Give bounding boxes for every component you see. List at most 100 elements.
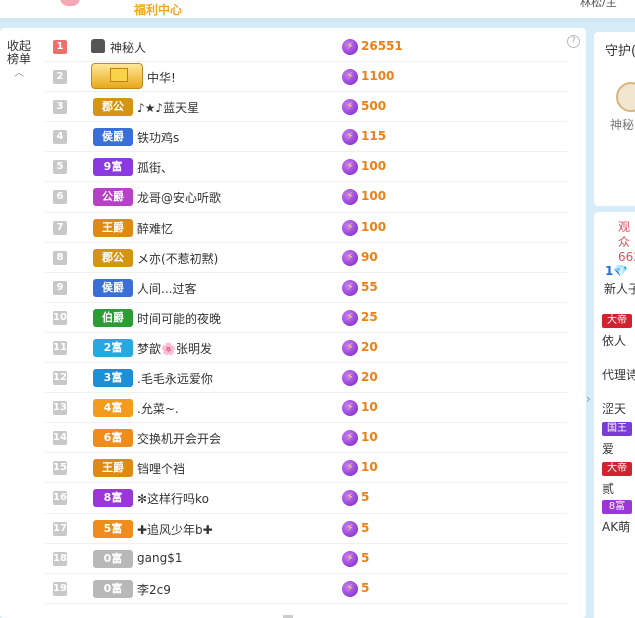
- user-name[interactable]: 铛哩个裆: [137, 460, 185, 477]
- rank-number: 12: [53, 371, 67, 386]
- rank-number: 5: [53, 160, 67, 175]
- rank-level-badge: 王爵: [93, 459, 133, 478]
- ranking-row[interactable]: 5 9富 孤街、 ⚡ 100: [45, 152, 567, 183]
- rank-level-badge: 3富: [93, 369, 133, 388]
- rank-number: 7: [53, 220, 67, 235]
- guard-avatar[interactable]: [616, 82, 635, 112]
- ranking-row[interactable]: 14 6富 交换机开会开会 ⚡ 10: [45, 423, 567, 454]
- rank-number: 2: [53, 70, 67, 85]
- lightning-icon: ⚡: [342, 279, 358, 296]
- audience-badge: 国王: [602, 422, 632, 436]
- user-name[interactable]: 时间可能的夜晚: [137, 310, 221, 327]
- rank-number: 10: [53, 310, 67, 325]
- user-name[interactable]: .允菜~.: [137, 400, 179, 417]
- contribution-score: 90: [361, 249, 378, 264]
- top-bar: 福利中心 林松/主: [0, 0, 635, 22]
- chevron-right-icon[interactable]: ›: [586, 392, 591, 406]
- ranking-row[interactable]: 8 郡公 メ亦(不惹初黙) ⚡ 90: [45, 243, 567, 273]
- ranking-row[interactable]: 2 中华! ⚡ 1100: [45, 62, 567, 93]
- ranking-row[interactable]: 12 3富 .毛毛永远爱你 ⚡ 20: [45, 363, 567, 394]
- contribution-score: 10: [361, 400, 378, 415]
- rank-number: 15: [53, 461, 67, 476]
- ranking-row[interactable]: 4 侯爵 铁功鸡s ⚡ 115: [45, 122, 567, 153]
- user-name[interactable]: 人间...过客: [137, 280, 196, 297]
- rank-level-badge: 王爵: [93, 218, 133, 237]
- contribution-score: 5: [361, 550, 370, 565]
- rank-number: 6: [53, 190, 67, 205]
- ranking-row[interactable]: 7 王爵 醉难忆 ⚡ 100: [45, 213, 567, 243]
- user-name[interactable]: 梦歆🌸张明发: [137, 340, 212, 357]
- audience-label: 观众: [618, 220, 631, 249]
- user-name[interactable]: 铁功鸡s: [137, 129, 179, 146]
- user-name[interactable]: gang$1: [137, 551, 182, 565]
- vip-indicator: 1💎: [605, 264, 629, 278]
- ranking-row[interactable]: 1 神秘人 ⚡ 26551: [45, 32, 567, 63]
- lightning-icon: ⚡: [342, 400, 358, 417]
- welfare-icon[interactable]: [60, 0, 80, 6]
- ranking-row[interactable]: 13 4富 .允菜~. ⚡ 10: [45, 393, 567, 424]
- user-name[interactable]: 龙哥@安心听歌: [137, 189, 221, 206]
- audience-name: 代理诗: [602, 368, 635, 382]
- rank-level-badge: 郡公: [93, 248, 133, 267]
- rank-level-badge: 4富: [93, 399, 133, 418]
- newcomer-name[interactable]: 新人子: [604, 280, 635, 297]
- rank-level-badge: 0富: [93, 549, 133, 568]
- user-name[interactable]: .毛毛永远爱你: [137, 370, 213, 387]
- lightning-icon: ⚡: [342, 550, 358, 567]
- audience-name: AK萌: [602, 520, 631, 534]
- contribution-score: 5: [361, 520, 370, 535]
- welfare-center-link[interactable]: 福利中心: [134, 1, 182, 18]
- rank-level-badge: 侯爵: [93, 278, 133, 297]
- lightning-icon: ⚡: [342, 460, 358, 477]
- lightning-icon: ⚡: [342, 580, 358, 597]
- top-right-text: 林松/主: [580, 0, 617, 9]
- user-name[interactable]: 李2c9: [137, 581, 171, 598]
- audience-count: 662: [618, 250, 635, 264]
- user-name[interactable]: 交换机开会开会: [137, 430, 221, 447]
- audience-header[interactable]: 观众 662: [618, 220, 635, 265]
- lightning-icon: ⚡: [342, 159, 358, 176]
- user-name[interactable]: ✚追风少年b✚: [137, 521, 213, 538]
- contribution-score: 5: [361, 580, 370, 595]
- ranking-row[interactable]: 16 8富 ✻这样行吗ko ⚡ 5: [45, 483, 567, 514]
- ranking-row[interactable]: 15 王爵 铛哩个裆 ⚡ 10: [45, 453, 567, 484]
- ranking-row[interactable]: 18 0富 gang$1 ⚡ 5: [45, 544, 567, 574]
- lightning-icon: ⚡: [342, 69, 358, 86]
- user-name[interactable]: ✻这样行吗ko: [137, 490, 209, 507]
- contribution-score: 100: [361, 159, 387, 174]
- audience-badge: 大帝: [602, 314, 632, 328]
- collapse-ranking-button[interactable]: 收起 榜单 ︿: [4, 40, 34, 80]
- contribution-score: 1100: [361, 69, 395, 84]
- user-name[interactable]: 中华!: [147, 69, 176, 86]
- rank-number: 14: [53, 431, 67, 446]
- lightning-icon: ⚡: [342, 189, 358, 206]
- lightning-icon: ⚡: [342, 520, 358, 537]
- contribution-score: 25: [361, 309, 378, 324]
- user-name[interactable]: 孤街、: [137, 159, 173, 176]
- user-name[interactable]: 醉难忆: [137, 220, 173, 237]
- ranking-row[interactable]: 10 伯爵 时间可能的夜晚 ⚡ 25: [45, 303, 567, 333]
- ranking-row[interactable]: 9 侯爵 人间...过客 ⚡ 55: [45, 273, 567, 303]
- rank-level-badge: 伯爵: [93, 308, 133, 327]
- chevron-up-icon: ︿: [14, 68, 24, 79]
- contribution-score: 100: [361, 219, 387, 234]
- lightning-icon: ⚡: [342, 249, 358, 266]
- rank-level-badge: 6富: [93, 429, 133, 448]
- mystery-user-icon: [91, 39, 105, 53]
- audience-badge: 大帝: [602, 462, 632, 476]
- audience-panel: › 观众 662 1💎 新人子 大帝依人代理诗涩天国王爱大帝贰8富AK萌: [586, 212, 635, 618]
- user-name[interactable]: ♪★♪蓝天星: [137, 99, 199, 116]
- ranking-row[interactable]: 3 郡公 ♪★♪蓝天星 ⚡ 500: [45, 92, 567, 123]
- ranking-row[interactable]: 11 2富 梦歆🌸张明发 ⚡ 20: [45, 333, 567, 364]
- rank-number: 17: [53, 521, 67, 536]
- ranking-row[interactable]: 17 5富 ✚追风少年b✚ ⚡ 5: [45, 514, 567, 544]
- user-name[interactable]: 神秘人: [110, 39, 146, 56]
- ranking-row[interactable]: 6 公爵 龙哥@安心听歌 ⚡ 100: [45, 182, 567, 213]
- contribution-score: 115: [361, 129, 387, 144]
- ranking-row[interactable]: 19 0富 李2c9 ⚡ 5: [45, 574, 567, 604]
- user-name[interactable]: メ亦(不惹初黙): [137, 250, 218, 267]
- help-icon[interactable]: ?: [567, 35, 580, 48]
- crown-icon: [91, 63, 143, 90]
- collapse-label-2: 榜单: [6, 52, 31, 66]
- rank-number: 16: [53, 491, 67, 506]
